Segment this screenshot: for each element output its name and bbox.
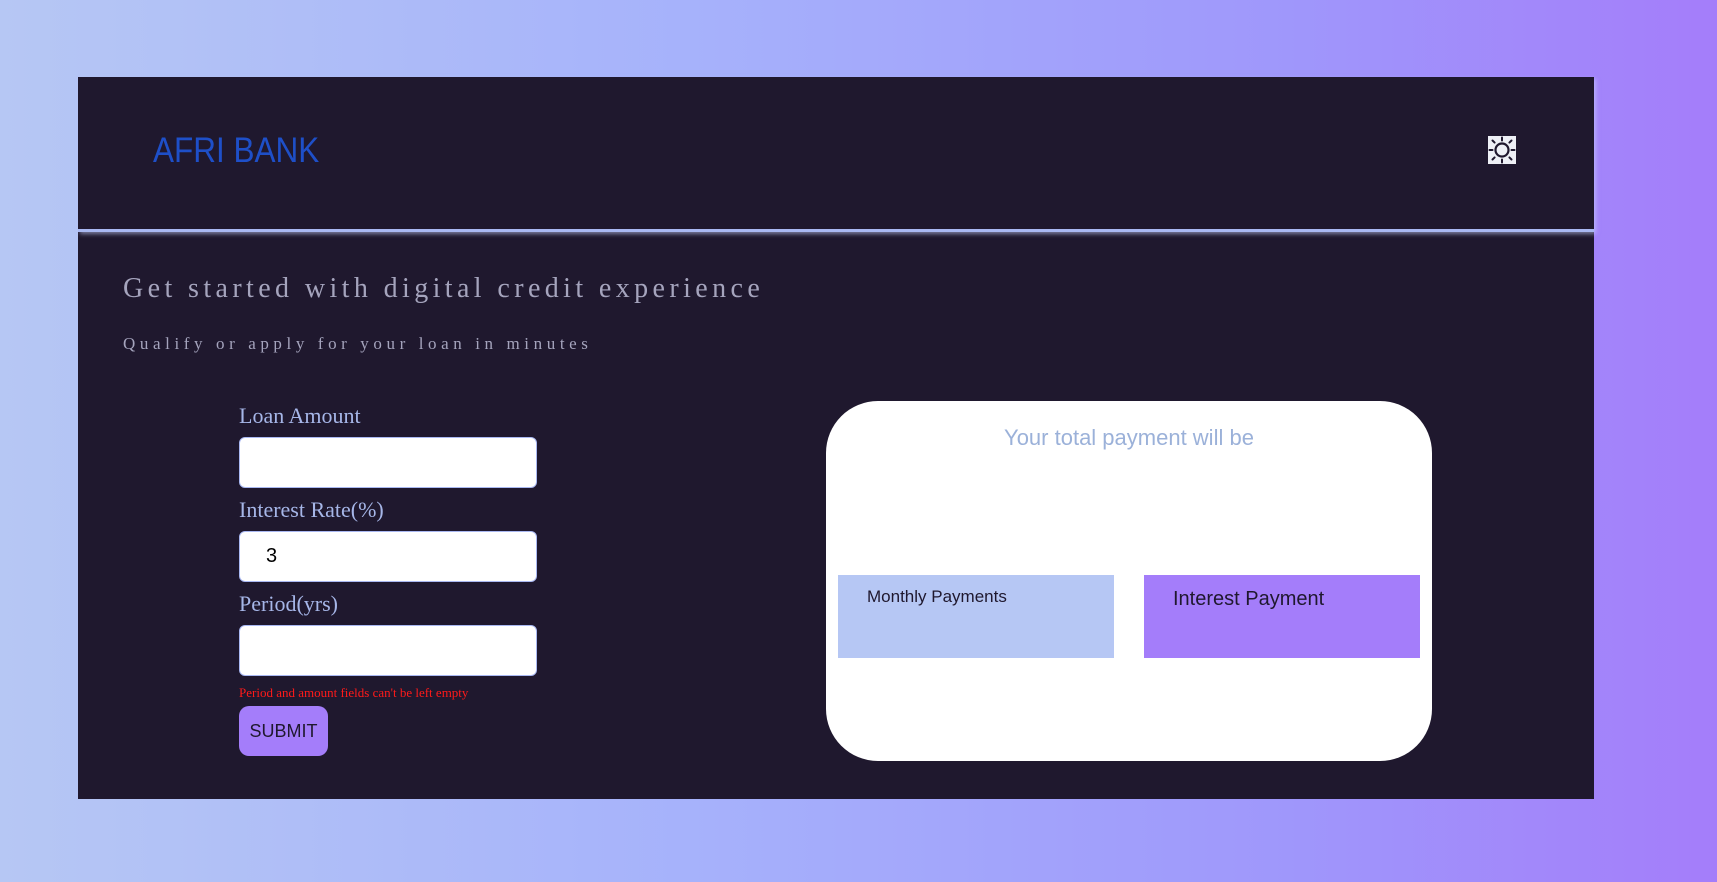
monthly-payments-label: Monthly Payments bbox=[867, 587, 1007, 606]
interest-rate-label: Interest Rate(%) bbox=[239, 497, 384, 522]
interest-payment-label: Interest Payment bbox=[1173, 588, 1325, 610]
form-error-message: Period and amount fields can't be left e… bbox=[239, 685, 469, 700]
brand-logo[interactable]: AFRI BANK bbox=[153, 131, 319, 171]
interest-payment-box: Interest Payment bbox=[1144, 575, 1420, 658]
site-header: AFRI BANK bbox=[78, 77, 1594, 232]
result-title: Your total payment will be bbox=[1004, 425, 1254, 450]
monthly-payments-box: Monthly Payments bbox=[838, 575, 1114, 658]
hero-subtitle: Qualify or apply for your loan in minute… bbox=[123, 334, 593, 353]
theme-toggle-button[interactable] bbox=[1488, 136, 1516, 164]
period-label: Period(yrs) bbox=[239, 591, 338, 616]
app-container: AFRI BANK Get started with digital credi… bbox=[78, 77, 1594, 799]
submit-button[interactable]: SUBMIT bbox=[239, 706, 328, 756]
loan-amount-input[interactable] bbox=[239, 437, 537, 488]
sun-icon bbox=[1488, 136, 1516, 164]
period-input[interactable] bbox=[239, 625, 537, 676]
loan-amount-label: Loan Amount bbox=[239, 403, 361, 428]
hero-title: Get started with digital credit experien… bbox=[123, 273, 765, 304]
loan-form: Loan Amount Interest Rate(%) Period(yrs)… bbox=[239, 403, 539, 756]
interest-rate-input[interactable] bbox=[239, 531, 537, 582]
payment-result-card: Your total payment will be Monthly Payme… bbox=[826, 401, 1432, 761]
